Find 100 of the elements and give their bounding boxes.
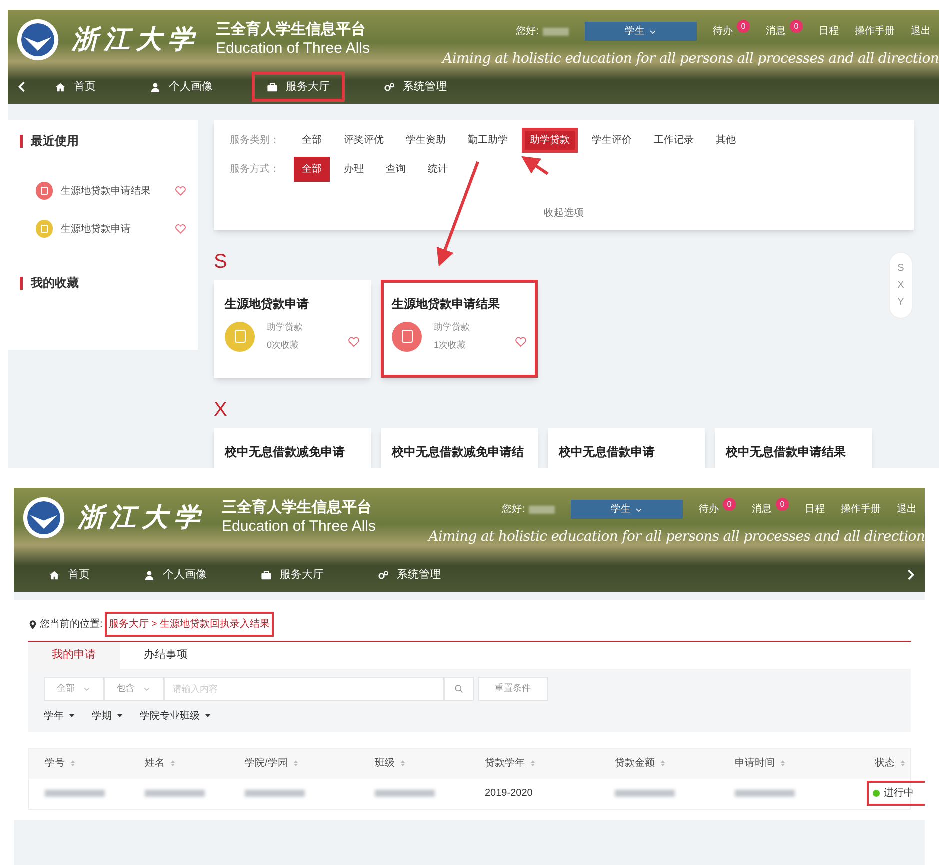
header-link[interactable]: 待办 [713,24,733,39]
filter-dropdown[interactable]: 学院专业班级 [140,708,212,724]
nav-tab[interactable]: 首页 [34,560,105,590]
briefcase-icon [261,570,272,580]
column-header[interactable]: 姓名 [145,756,165,771]
role-dropdown[interactable]: 学生 [585,22,697,41]
column-header[interactable]: 贷款学年 [485,756,525,771]
breadcrumb-path[interactable]: 服务大厅 > 生源地贷款回执录入结果 [104,612,274,637]
chevron-down-icon [649,28,657,36]
header-link[interactable]: 退出 [911,24,931,39]
nav-tab[interactable]: 个人画像 [129,560,222,590]
heart-icon [515,336,527,348]
house-icon [49,570,60,580]
column-header[interactable]: 申请时间 [735,756,775,771]
nav-tab[interactable]: 系统管理 [363,560,456,590]
greeting-text: 您好: [516,25,539,39]
gears-icon [384,82,395,92]
service-card[interactable]: 校中无息借款申请 [548,428,705,468]
dropdown-triangle-icon [68,712,76,720]
sort-icon [69,759,77,768]
service-card[interactable]: 校中无息借款申请结果 [715,428,872,468]
header-link[interactable]: 待办 [699,502,719,517]
card-title: 校中无息借款减免申请 [225,444,346,461]
header-link[interactable]: 日程 [805,502,825,517]
tab[interactable]: 我的申请 [28,642,120,668]
column-header[interactable]: 学号 [45,756,65,771]
section-letter: S [214,252,228,272]
filter-option[interactable]: 查询 [378,157,414,182]
column-header[interactable]: 贷款金额 [615,756,655,771]
nav-tab[interactable]: 系统管理 [369,72,462,102]
card-title: 校中无息借款申请 [559,444,656,461]
platform-subtitle: Education of Three Alls [216,40,370,59]
status-label: 进行中 [867,781,925,806]
column-header[interactable]: 班级 [375,756,395,771]
count-badge: 0 [737,20,750,33]
house-icon [55,82,66,92]
nav-tab[interactable]: 服务大厅 [246,560,339,590]
breadcrumb-label: 您当前的位置: [40,618,103,632]
sort-icon [659,759,667,768]
logo-text: 浙江大学 [72,24,200,56]
header-link[interactable]: 操作手册 [855,24,895,39]
recent-item[interactable]: 生源地贷款申请结果 [61,184,167,198]
sort-icon [292,759,300,768]
greeting-text: 您好: [502,503,525,517]
chevron-down-icon [83,684,91,692]
column-header[interactable]: 状态 [875,756,895,771]
header-link[interactable]: 消息 [752,502,772,517]
platform-title: 三全育人学生信息平台 [216,21,367,40]
service-card[interactable]: 校中无息借款减免申请 [214,428,371,468]
filter-option[interactable]: 全部 [294,128,330,153]
filter-option[interactable]: 全部 [294,157,330,182]
filter-option[interactable]: 其他 [708,128,744,153]
chevron-down-icon [635,506,643,514]
search-button[interactable] [444,676,474,700]
filter-option[interactable]: 工作记录 [646,128,702,153]
filter-option[interactable]: 评奖评优 [336,128,392,153]
briefcase-icon [267,82,278,92]
filter-option[interactable]: 勤工助学 [460,128,516,153]
person-icon [144,570,155,580]
recent-item[interactable]: 生源地贷款申请 [61,222,167,236]
filter-dropdown[interactable]: 学年 [44,708,76,724]
header-link[interactable]: 退出 [897,502,917,517]
nav-tab[interactable]: 服务大厅 [252,72,345,102]
header-link[interactable]: 操作手册 [841,502,881,517]
heart-icon [174,185,186,197]
platform-subtitle: Education of Three Alls [222,518,376,537]
redacted-name [529,506,555,514]
service-card[interactable]: 生源地贷款申请 助学贷款 0次收藏 [214,280,371,378]
emblem-icon [22,496,66,540]
nav-tab[interactable]: 个人画像 [135,72,228,102]
favorite-count: 1次收藏 [434,338,468,352]
filter-option[interactable]: 助学贷款 [522,128,578,153]
card-category: 助学贷款 [267,321,304,334]
sort-icon [529,759,537,768]
heart-icon [348,336,360,348]
table-cell-text: 2019-2020 [484,787,534,801]
collapse-link[interactable]: 收起选项 [544,206,584,221]
header-link[interactable]: 消息 [766,24,786,39]
filter-option[interactable]: 学生资助 [398,128,454,153]
card-title: 校中无息借款申请结果 [726,444,847,461]
sort-icon [399,759,407,768]
service-card[interactable]: 校中无息借款减免申请结 [381,428,538,468]
nav-tab[interactable]: 首页 [40,72,111,102]
chevron-down-icon [143,684,151,692]
filter-option[interactable]: 统计 [420,157,456,182]
column-header[interactable]: 学院/学园 [245,756,288,771]
sort-icon [779,759,787,768]
filter-option[interactable]: 办理 [336,157,372,182]
header-link[interactable]: 日程 [819,24,839,39]
sort-icon [899,759,907,768]
card-title: 校中无息借款减免申请结 [392,444,525,461]
role-dropdown[interactable]: 学生 [571,500,683,519]
filter-option[interactable]: 学生评价 [584,128,640,153]
platform-title: 三全育人学生信息平台 [222,499,373,518]
card-category: 助学贷款 [434,321,471,334]
card-title: 生源地贷款申请结果 [392,296,501,313]
slogan-text: Aiming at holistic education for all persons all processes and all direction [442,50,939,69]
service-card[interactable]: 生源地贷款申请结果 助学贷款 1次收藏 [381,280,538,378]
filter-dropdown[interactable]: 学期 [92,708,124,724]
person-icon [150,82,161,92]
